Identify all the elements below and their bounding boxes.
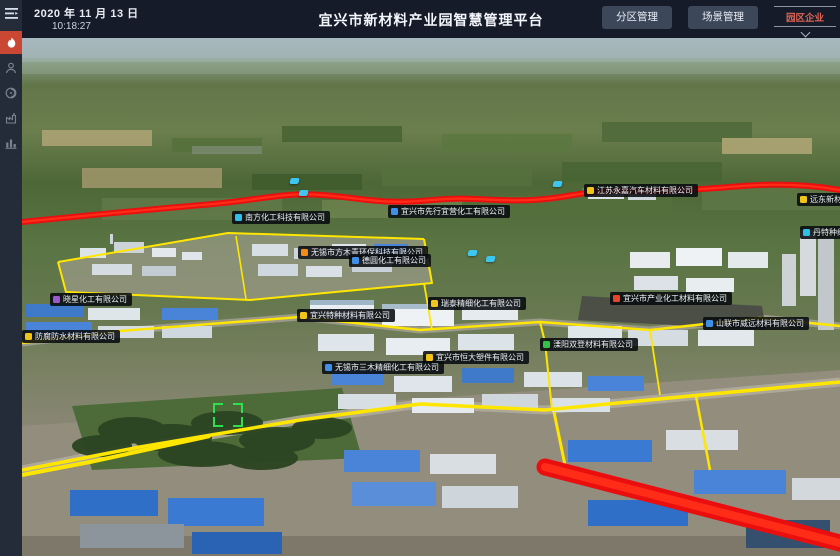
app-window: 2020 年 11 月 13 日 10:18:27 宜兴市新材料产业园智慧管理平…	[0, 0, 840, 556]
vehicle-marker-icon[interactable]	[467, 250, 477, 256]
company-label-text: 宜兴市产业化工材料有限公司	[623, 292, 727, 305]
company-category-icon	[613, 295, 620, 302]
company-category-icon	[587, 187, 594, 194]
company-label-text: 无锡市三木精细化工有限公司	[335, 361, 439, 374]
company-label[interactable]: 瑞泰精细化工有限公司	[428, 297, 526, 310]
company-category-icon	[543, 341, 550, 348]
vehicle-marker-icon[interactable]	[289, 178, 299, 184]
sidebar-item-statistics[interactable]	[0, 131, 22, 154]
vehicle-marker-icon[interactable]	[298, 190, 308, 196]
sidebar-item-personnel[interactable]	[0, 56, 22, 79]
map-3d-viewport[interactable]: 南方化工科技有限公司 宜兴市先行宜营化工有限公司 江苏永嘉汽车材料有限公司远东新材料…	[22, 38, 840, 556]
flame-icon	[6, 37, 17, 49]
company-label[interactable]: 江苏永嘉汽车材料有限公司	[584, 184, 698, 197]
map-labels-layer: 南方化工科技有限公司 宜兴市先行宜营化工有限公司 江苏永嘉汽车材料有限公司远东新材料…	[22, 38, 840, 556]
company-label-text: 江苏永嘉汽车材料有限公司	[597, 184, 693, 197]
company-label[interactable]: 宜兴市先行宜营化工有限公司	[388, 205, 510, 218]
selection-corner	[233, 403, 243, 413]
company-label[interactable]: 宜兴市产业化工材料有限公司	[610, 292, 732, 305]
company-label-text: 宜兴市先行宜营化工有限公司	[401, 205, 505, 218]
company-label[interactable]: 远东新材料有限公司	[797, 193, 840, 206]
person-icon	[5, 62, 17, 74]
company-category-icon	[325, 364, 332, 371]
company-category-icon	[53, 296, 60, 303]
company-label-text: 溧阳双登材料有限公司	[553, 338, 633, 351]
zone-management-button[interactable]: 分区管理	[602, 6, 672, 29]
sidebar-item-monitor[interactable]	[0, 81, 22, 104]
selection-corner	[213, 403, 223, 413]
menu-icon	[5, 8, 18, 19]
company-label-text: 德圆化工有限公司	[362, 254, 426, 267]
company-label-text: 宜兴市恒大塑件有限公司	[436, 351, 524, 364]
company-category-icon	[800, 196, 807, 203]
scene-management-button[interactable]: 场景管理	[688, 6, 758, 29]
menu-toggle-button[interactable]	[0, 0, 22, 26]
header-actions: 分区管理 场景管理 园区企业	[602, 6, 836, 36]
company-label-text: 晓星化工有限公司	[63, 293, 127, 306]
company-label[interactable]: 山联市威远材料有限公司	[703, 317, 809, 330]
company-label-text: 南方化工科技有限公司	[245, 211, 325, 224]
park-enterprise-label: 园区企业	[774, 7, 836, 27]
top-header-bar: 2020 年 11 月 13 日 10:18:27 宜兴市新材料产业园智慧管理平…	[22, 0, 840, 38]
company-label-text: 瑞泰精细化工有限公司	[441, 297, 521, 310]
gauge-icon	[5, 87, 17, 99]
company-label[interactable]: 溧阳双登材料有限公司	[540, 338, 638, 351]
company-category-icon	[300, 312, 307, 319]
selection-corner	[213, 417, 223, 427]
company-label[interactable]: 丹特种纤维有限公司	[800, 226, 840, 239]
company-label-text: 宜兴特种材料有限公司	[310, 309, 390, 322]
company-category-icon	[235, 214, 242, 221]
company-category-icon	[706, 320, 713, 327]
sidebar-item-enterprise[interactable]	[0, 106, 22, 129]
company-category-icon	[301, 249, 308, 256]
company-category-icon	[426, 354, 433, 361]
company-label-text: 防腐防水材料有限公司	[35, 330, 115, 343]
chevron-down-icon	[800, 28, 810, 38]
company-label-text: 山联市威远材料有限公司	[716, 317, 804, 330]
company-label-text: 远东新材料有限公司	[810, 193, 840, 206]
bar-chart-icon	[5, 137, 17, 149]
park-enterprise-dropdown[interactable]: 园区企业	[774, 6, 836, 36]
company-category-icon	[391, 208, 398, 215]
company-label-text: 丹特种纤维有限公司	[813, 226, 840, 239]
selection-corner	[233, 417, 243, 427]
company-category-icon	[803, 229, 810, 236]
vehicle-marker-icon[interactable]	[485, 256, 495, 262]
company-category-icon	[431, 300, 438, 307]
company-category-icon	[25, 333, 32, 340]
left-toolbar	[0, 0, 22, 556]
company-label[interactable]: 南方化工科技有限公司	[232, 211, 330, 224]
company-label[interactable]: 无锡市三木精细化工有限公司	[322, 361, 444, 374]
company-label[interactable]: 防腐防水材料有限公司	[22, 330, 120, 343]
company-label[interactable]: 宜兴特种材料有限公司	[297, 309, 395, 322]
sidebar-item-fire-monitor[interactable]	[0, 31, 22, 54]
factory-icon	[5, 112, 17, 124]
company-label[interactable]: 德圆化工有限公司	[349, 254, 431, 267]
company-label[interactable]: 晓星化工有限公司	[50, 293, 132, 306]
map-selection-brackets	[213, 403, 243, 427]
vehicle-marker-icon[interactable]	[552, 181, 562, 187]
company-category-icon	[352, 257, 359, 264]
